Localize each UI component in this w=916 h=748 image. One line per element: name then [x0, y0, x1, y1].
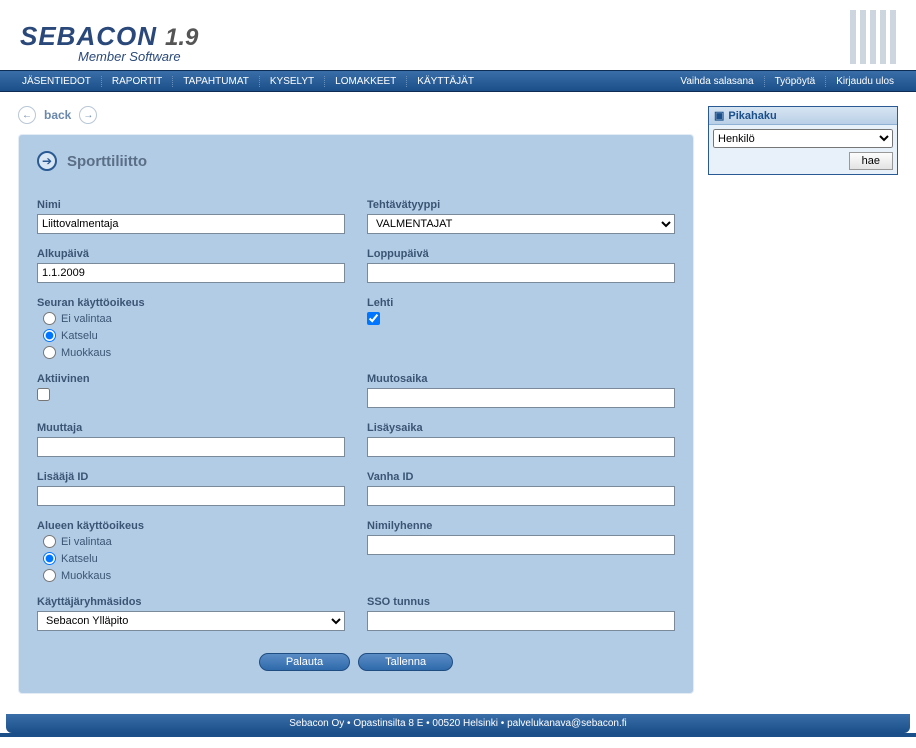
input-sso[interactable]: [367, 611, 675, 631]
select-tehtavatyyppi[interactable]: VALMENTAJAT: [367, 214, 675, 234]
nav-change-password[interactable]: Vaihda salasana: [670, 76, 763, 87]
expand-icon[interactable]: ▣: [714, 109, 724, 122]
form-panel: ➔ Sporttiliitto Nimi Tehtävätyyppi VALME…: [18, 134, 694, 694]
checkbox-aktiivinen[interactable]: [37, 388, 50, 401]
arrow-right-icon: ➔: [37, 151, 57, 171]
nav-logout[interactable]: Kirjaudu ulos: [825, 76, 904, 87]
input-muuttaja[interactable]: [37, 437, 345, 457]
reset-button[interactable]: Palauta: [259, 653, 350, 671]
radio-seuran-2[interactable]: [43, 346, 56, 359]
app-subtitle: Member Software: [78, 49, 198, 64]
label-lisaaja-id: Lisääjä ID: [37, 471, 345, 483]
label-aktiivinen: Aktiivinen: [37, 373, 345, 385]
header-stripes: [850, 10, 896, 64]
logo: SEBACON 1.9 Member Software: [20, 21, 198, 64]
save-button[interactable]: Tallenna: [358, 653, 453, 671]
label-nimi: Nimi: [37, 199, 345, 211]
nav-raportit[interactable]: RAPORTIT: [101, 76, 172, 87]
nav-desktop[interactable]: Työpöytä: [764, 76, 826, 87]
quicksearch-title: Pikahaku: [728, 110, 776, 122]
input-vanha-id[interactable]: [367, 486, 675, 506]
footer: Sebacon Oy • Opastinsilta 8 E • 00520 He…: [6, 714, 910, 733]
quicksearch-select[interactable]: Henkilö: [713, 129, 893, 148]
input-muutosaika[interactable]: [367, 388, 675, 408]
label-alueen: Alueen käyttöoikeus: [37, 520, 345, 532]
back-icon[interactable]: ←: [18, 106, 36, 124]
radio-seuran-1[interactable]: [43, 329, 56, 342]
page-title: Sporttiliitto: [67, 153, 147, 170]
checkbox-lehti[interactable]: [367, 312, 380, 325]
label-seuran: Seuran käyttöoikeus: [37, 297, 345, 309]
quicksearch-button[interactable]: hae: [849, 152, 893, 170]
select-kayttajaryhma[interactable]: Sebacon Ylläpito: [37, 611, 345, 631]
radio-alueen-0[interactable]: [43, 535, 56, 548]
app-version: 1.9: [165, 24, 198, 52]
label-tehtavatyyppi: Tehtävätyyppi: [367, 199, 675, 211]
label-muuttaja: Muuttaja: [37, 422, 345, 434]
app-name: SEBACON: [20, 21, 157, 52]
back-label[interactable]: back: [44, 108, 71, 122]
label-vanha-id: Vanha ID: [367, 471, 675, 483]
label-nimilyhenne: Nimilyhenne: [367, 520, 675, 532]
label-alkupaiva: Alkupäivä: [37, 248, 345, 260]
input-loppupaiva[interactable]: [367, 263, 675, 283]
nav-jasentiedot[interactable]: JÄSENTIEDOT: [12, 76, 101, 87]
input-lisaysaika[interactable]: [367, 437, 675, 457]
forward-icon[interactable]: →: [79, 106, 97, 124]
quicksearch-panel: ▣ Pikahaku Henkilö hae: [708, 106, 898, 175]
label-lehti: Lehti: [367, 297, 675, 309]
label-sso: SSO tunnus: [367, 596, 675, 608]
input-lisaaja-id[interactable]: [37, 486, 345, 506]
radio-seuran-0[interactable]: [43, 312, 56, 325]
label-muutosaika: Muutosaika: [367, 373, 675, 385]
nav-tapahtumat[interactable]: TAPAHTUMAT: [172, 76, 259, 87]
label-kayttajaryhma: Käyttäjäryhmäsidos: [37, 596, 345, 608]
label-loppupaiva: Loppupäivä: [367, 248, 675, 260]
nav-kayttajat[interactable]: KÄYTTÄJÄT: [406, 76, 484, 87]
input-nimilyhenne[interactable]: [367, 535, 675, 555]
label-lisaysaika: Lisäysaika: [367, 422, 675, 434]
radio-alueen-2[interactable]: [43, 569, 56, 582]
input-alkupaiva[interactable]: [37, 263, 345, 283]
main-nav: JÄSENTIEDOT RAPORTIT TAPAHTUMAT KYSELYT …: [0, 70, 916, 92]
radio-alueen-1[interactable]: [43, 552, 56, 565]
nav-kyselyt[interactable]: KYSELYT: [259, 76, 324, 87]
input-nimi[interactable]: [37, 214, 345, 234]
nav-lomakkeet[interactable]: LOMAKKEET: [324, 76, 406, 87]
